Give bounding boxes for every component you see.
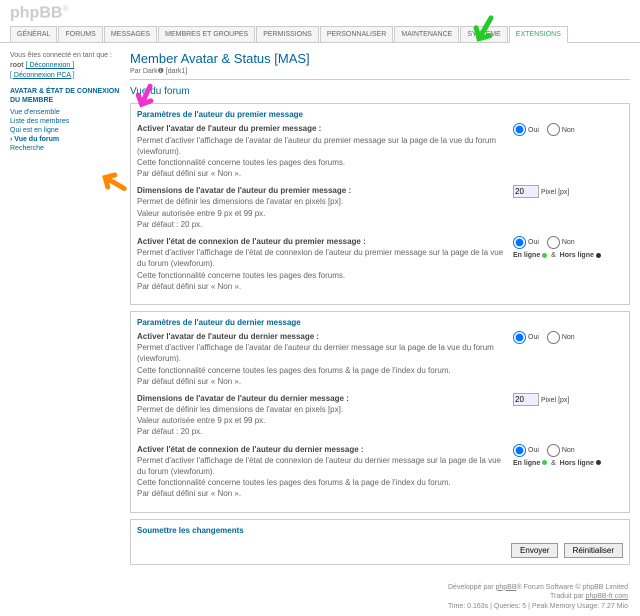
fieldset-submit: Soumettre les changements Envoyer Réinit… — [130, 519, 630, 565]
phpbb-link[interactable]: phpBB — [495, 584, 516, 591]
online-dot-icon — [542, 253, 547, 258]
sidebar-item[interactable]: Recherche — [10, 144, 120, 153]
login-info: Vous êtes connecté en tant que : root [ … — [10, 51, 120, 80]
tab-système[interactable]: SYSTÈME — [460, 26, 507, 42]
sidebar-heading: AVATAR & ÉTAT DE CONNEXION DU MEMBRE — [10, 87, 120, 105]
sidebar-item[interactable]: Qui est en ligne — [10, 126, 120, 135]
offline-dot-icon — [596, 460, 601, 465]
reset-button[interactable]: Réinitialiser — [564, 543, 623, 558]
tab-extensions[interactable]: EXTENSIONS — [509, 26, 568, 43]
sidebar-item[interactable]: Vue du forum — [10, 135, 120, 144]
size-input[interactable] — [513, 185, 539, 198]
radio-non[interactable]: Non — [547, 127, 575, 134]
main-tabs: GÉNÉRALFORUMSMESSAGESMEMBRES ET GROUPESP… — [0, 26, 640, 43]
radio-non[interactable]: Non — [547, 334, 575, 341]
logout-pca-link[interactable]: [ Déconnexion PCA ] — [10, 72, 75, 79]
legend: Soumettre les changements — [137, 526, 623, 535]
size-input[interactable] — [513, 393, 539, 406]
radio-non[interactable]: Non — [547, 447, 575, 454]
online-dot-icon — [542, 460, 547, 465]
footer: Développé par phpBB® Forum Software © ph… — [0, 579, 640, 616]
main-content: Member Avatar & Status [MAS] Par Dark❶ [… — [130, 51, 630, 570]
section-title: Vue du forum — [130, 86, 630, 97]
status-legend: En ligne & Hors ligne — [513, 460, 623, 467]
sidebar-item[interactable]: Liste des membres — [10, 117, 120, 126]
author-line: Par Dark❶ [dark1] — [130, 67, 630, 80]
tab-membres-et-groupes[interactable]: MEMBRES ET GROUPES — [158, 26, 255, 42]
legend: Paramètres de l'auteur du dernier messag… — [137, 318, 623, 327]
sidebar: Vous êtes connecté en tant que : root [ … — [10, 51, 120, 570]
sidebar-item[interactable]: Vue d'ensemble — [10, 108, 120, 117]
radio-non[interactable]: Non — [547, 239, 575, 246]
tab-personnaliser[interactable]: PERSONNALISER — [320, 26, 394, 42]
radio-oui[interactable]: Oui — [513, 127, 539, 134]
tab-maintenance[interactable]: MAINTENANCE — [394, 26, 459, 42]
legend: Paramètres de l'auteur du premier messag… — [137, 110, 623, 119]
radio-oui[interactable]: Oui — [513, 334, 539, 341]
fieldset-first-author: Paramètres de l'auteur du premier messag… — [130, 103, 630, 305]
radio-oui[interactable]: Oui — [513, 447, 539, 454]
tab-général[interactable]: GÉNÉRAL — [10, 26, 57, 42]
offline-dot-icon — [596, 253, 601, 258]
submit-button[interactable]: Envoyer — [511, 543, 558, 558]
radio-group: Oui Non — [513, 123, 623, 179]
status-legend: En ligne & Hors ligne — [513, 252, 623, 259]
translator-link[interactable]: phpBB-fr.com — [586, 593, 628, 600]
tab-messages[interactable]: MESSAGES — [104, 26, 157, 42]
radio-oui[interactable]: Oui — [513, 239, 539, 246]
logout-link[interactable]: [ Déconnexion ] — [26, 62, 75, 69]
tab-forums[interactable]: FORUMS — [58, 26, 102, 42]
fieldset-last-author: Paramètres de l'auteur du dernier messag… — [130, 311, 630, 513]
page-title: Member Avatar & Status [MAS] — [130, 51, 630, 66]
tab-permissions[interactable]: PERMISSIONS — [256, 26, 319, 42]
phpbb-logo: phpBB® — [0, 0, 640, 26]
